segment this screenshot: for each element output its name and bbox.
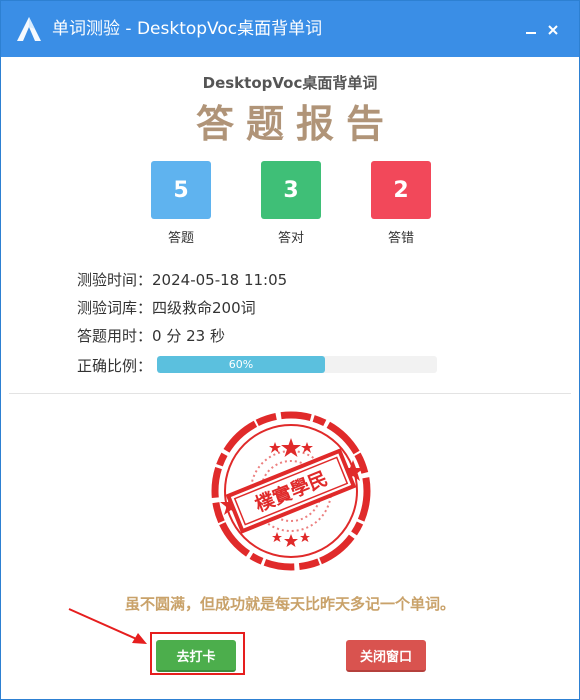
correct-ratio-row: 正确比例： (77, 355, 152, 376)
quiz-time-row: 测验时间：2024-05-18 11:05 (77, 269, 287, 290)
quiz-report-window: 单词测验 - DesktopVoc桌面背单词 DesktopVoc桌面背单词 答… (0, 0, 580, 700)
app-name: DesktopVoc桌面背单词 (202, 74, 378, 92)
minimize-icon (526, 32, 536, 34)
stat-wrong-value: 2 (371, 161, 431, 219)
close-window-button[interactable]: 关闭窗口 (346, 640, 426, 672)
stat-total-label: 答题 (167, 231, 194, 246)
close-button[interactable] (542, 19, 564, 41)
minimize-button[interactable] (520, 19, 542, 41)
report-title: 答题报告 (195, 102, 396, 146)
divider (9, 393, 571, 394)
stat-correct: 3 答对 (261, 161, 321, 246)
quiz-duration-row: 答题用时：0 分 23 秒 (77, 325, 225, 346)
quiz-library-label: 测验词库： (77, 299, 153, 317)
correct-ratio-fill: 60% (157, 356, 325, 373)
stat-wrong: 2 答错 (371, 161, 431, 246)
stat-total-value: 5 (151, 161, 211, 219)
quiz-duration-label: 答题用时： (77, 327, 153, 345)
app-logo-icon (17, 17, 41, 41)
title-bar[interactable]: 单词测验 - DesktopVoc桌面背单词 (1, 1, 579, 57)
quiz-library-value: 四级救命200词 (152, 299, 256, 317)
stat-correct-value: 3 (261, 161, 321, 219)
correct-ratio-label: 正确比例： (77, 357, 153, 375)
stat-wrong-label: 答错 (387, 231, 414, 246)
quiz-time-label: 测验时间： (77, 271, 153, 289)
correct-ratio-progress: 60% (157, 356, 437, 373)
checkin-button[interactable]: 去打卡 (156, 640, 236, 672)
stamp-seal-icon: 樸實學民 (211, 411, 371, 571)
quiz-time-value: 2024-05-18 11:05 (152, 271, 288, 289)
window-title: 单词测验 - DesktopVoc桌面背单词 (52, 19, 323, 39)
close-icon (548, 25, 558, 35)
stat-total: 5 答题 (151, 161, 211, 246)
quiz-library-row: 测验词库：四级救命200词 (77, 297, 256, 318)
stat-correct-label: 答对 (277, 231, 304, 246)
motto-text: 虽不圆满，但成功就是每天比昨天多记一个单词。 (124, 595, 455, 613)
quiz-duration-value: 0 分 23 秒 (152, 327, 225, 345)
